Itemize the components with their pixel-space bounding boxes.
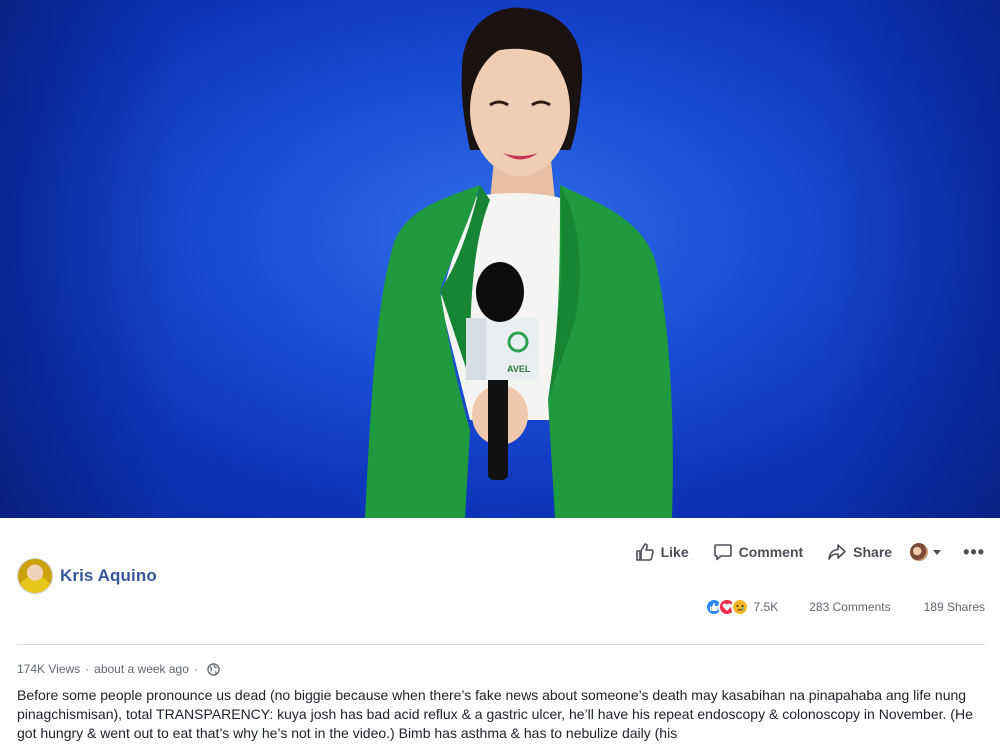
sad-icon xyxy=(730,598,749,616)
comment-icon xyxy=(713,544,732,561)
post-actions: Like Comment Share ••• xyxy=(635,542,985,562)
profile-photo-icon xyxy=(910,543,929,561)
share-arrow-icon xyxy=(828,544,846,560)
avatar[interactable] xyxy=(17,558,53,594)
share-button[interactable]: Share xyxy=(827,542,892,562)
mic-logo-text: AVEL xyxy=(507,364,531,374)
thumbs-up-icon xyxy=(635,543,654,561)
meta-separator-2: · xyxy=(193,662,198,676)
chevron-down-icon xyxy=(933,550,942,555)
comment-label: Comment xyxy=(738,544,804,560)
share-label: Share xyxy=(853,544,893,560)
meta-separator: · xyxy=(85,662,90,676)
view-count: 174K Views xyxy=(17,662,81,676)
divider xyxy=(17,644,985,645)
post-stats: 7.5K 283 Comments 189 Shares xyxy=(704,598,985,616)
shares-count-link[interactable]: 189 Shares xyxy=(924,600,985,614)
video-frame-person: AVEL xyxy=(365,7,673,518)
post-meta: 174K Views · about a week ago · xyxy=(17,662,220,676)
like-button[interactable]: Like xyxy=(635,542,689,562)
comment-button[interactable]: Comment xyxy=(713,542,804,562)
like-label: Like xyxy=(660,544,689,560)
post-info-panel: Kris Aquino Like Comment Share ••• 7.5K … xyxy=(0,518,1000,750)
post-author[interactable]: Kris Aquino xyxy=(17,558,157,594)
post-caption: Before some people pronounce us dead (no… xyxy=(17,687,973,741)
globe-icon[interactable] xyxy=(207,662,220,676)
author-name-link[interactable]: Kris Aquino xyxy=(60,566,157,586)
comments-count-link[interactable]: 283 Comments xyxy=(809,600,890,614)
reaction-count: 7.5K xyxy=(753,600,779,614)
share-as-selector[interactable] xyxy=(910,543,943,561)
reactions-summary[interactable]: 7.5K xyxy=(704,598,779,616)
more-options-icon[interactable]: ••• xyxy=(963,543,985,561)
video-player[interactable]: AVEL xyxy=(0,0,1000,518)
post-timestamp[interactable]: about a week ago xyxy=(94,662,189,676)
